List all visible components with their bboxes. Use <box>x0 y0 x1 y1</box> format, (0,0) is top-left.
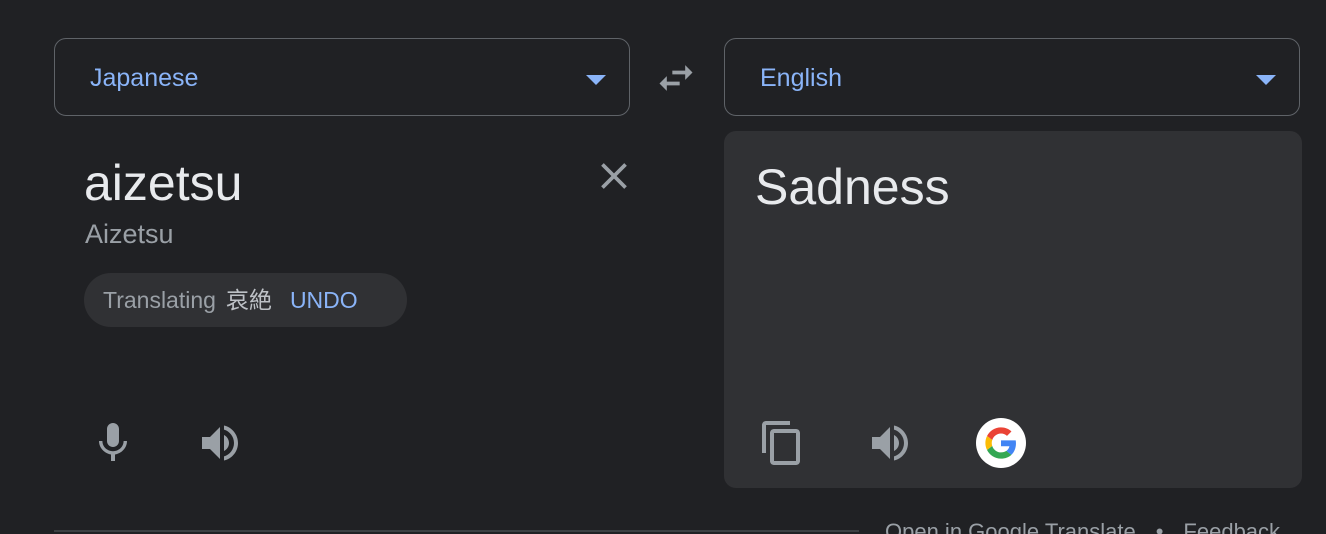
chip-prefix: Translating <box>103 287 216 313</box>
copy-icon <box>762 421 800 465</box>
listen-translation-button[interactable] <box>866 419 914 467</box>
source-text-input[interactable]: aizetsu <box>84 154 242 212</box>
swap-languages-button[interactable] <box>654 56 698 100</box>
speaker-icon <box>202 425 238 461</box>
translating-chip: Translating 哀絶 UNDO <box>84 273 407 327</box>
close-icon <box>601 163 627 189</box>
voice-input-button[interactable] <box>89 419 137 467</box>
translated-text: Sadness <box>755 159 950 215</box>
open-in-google-translate-link[interactable]: Open in Google Translate <box>885 519 1136 534</box>
footer-separator: • <box>1155 519 1164 534</box>
chevron-down-icon <box>1256 75 1276 85</box>
chip-word: 哀絶 <box>225 287 272 313</box>
target-language-select[interactable]: English <box>724 38 1300 116</box>
copy-translation-button[interactable] <box>758 419 806 467</box>
source-language-label: Japanese <box>90 64 199 92</box>
google-search-button[interactable] <box>976 418 1026 468</box>
listen-source-button[interactable] <box>196 419 244 467</box>
translate-widget: Japanese English aizetsu Aizetsu Transla… <box>0 0 1326 534</box>
target-language-label: English <box>760 64 842 92</box>
feedback-link[interactable]: Feedback <box>1183 519 1280 534</box>
google-g-icon <box>985 427 1016 459</box>
footer-links: Open in Google Translate • Feedback <box>885 518 1280 534</box>
source-transliteration: Aizetsu <box>85 219 174 249</box>
microphone-icon <box>99 423 127 461</box>
source-language-select[interactable]: Japanese <box>54 38 630 116</box>
translation-output-panel: Sadness <box>724 131 1302 488</box>
chevron-down-icon <box>586 75 606 85</box>
swap-horiz-icon <box>659 65 693 91</box>
speaker-icon <box>872 425 908 461</box>
footer-divider <box>54 530 859 532</box>
undo-button[interactable]: UNDO <box>290 287 358 313</box>
clear-source-button[interactable] <box>592 154 636 198</box>
